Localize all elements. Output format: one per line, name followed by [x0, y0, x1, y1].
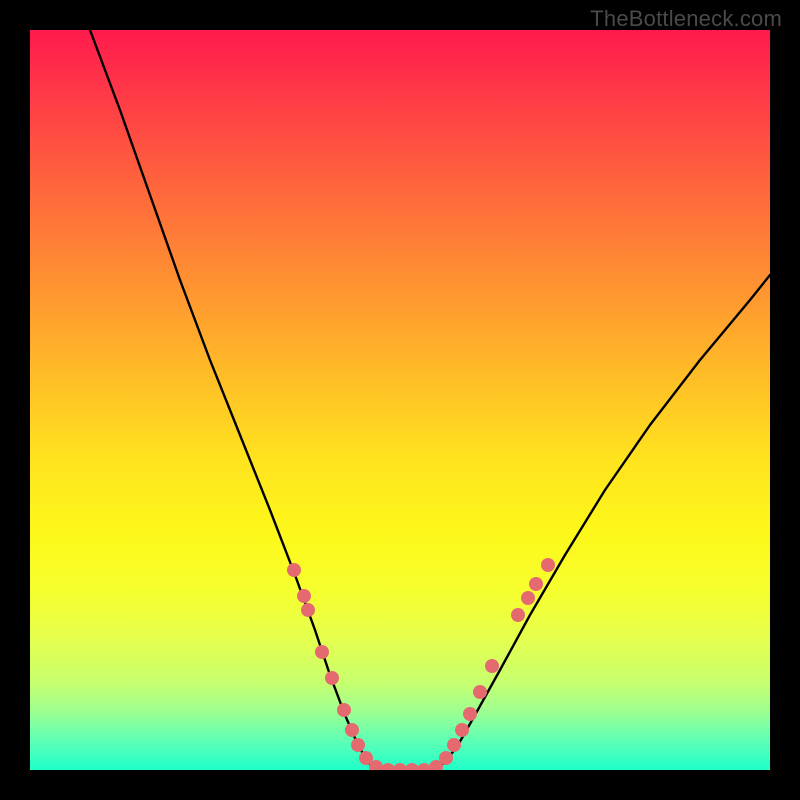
data-point — [473, 685, 487, 699]
data-point — [393, 763, 407, 770]
watermark-text: TheBottleneck.com — [590, 6, 782, 32]
data-point — [541, 558, 555, 572]
data-point — [297, 589, 311, 603]
data-point — [351, 738, 365, 752]
data-point — [405, 763, 419, 770]
plot-area — [30, 30, 770, 770]
data-point — [417, 763, 431, 770]
outer-frame: TheBottleneck.com — [0, 0, 800, 800]
data-point — [287, 563, 301, 577]
data-point — [325, 671, 339, 685]
data-point — [521, 591, 535, 605]
data-point — [337, 703, 351, 717]
data-point — [315, 645, 329, 659]
data-point — [463, 707, 477, 721]
data-point — [529, 577, 543, 591]
v-curve-path — [90, 30, 770, 770]
data-point — [439, 751, 453, 765]
bottleneck-curve — [30, 30, 770, 770]
data-point — [455, 723, 469, 737]
data-point — [381, 763, 395, 770]
data-point — [447, 738, 461, 752]
data-point — [511, 608, 525, 622]
data-point — [301, 603, 315, 617]
data-point — [485, 659, 499, 673]
data-point — [345, 723, 359, 737]
